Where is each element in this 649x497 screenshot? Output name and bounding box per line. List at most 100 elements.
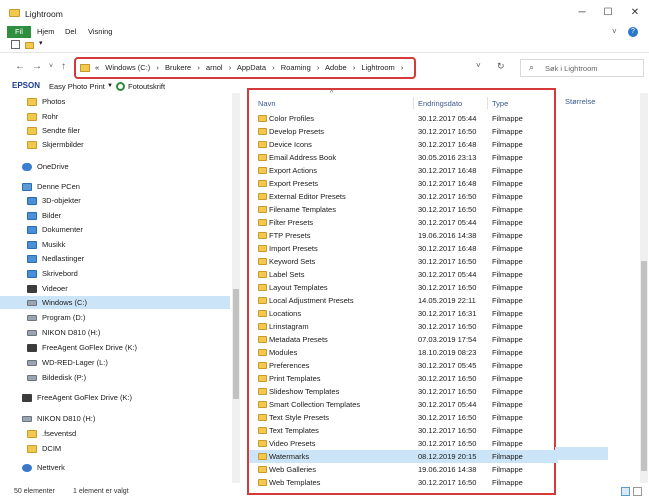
sidebar-item-videoer[interactable]: Videoer [27, 282, 68, 295]
breadcrumb-item[interactable]: Adobe [325, 63, 347, 72]
tab-del[interactable]: Del [59, 26, 82, 38]
table-row[interactable]: Color Profiles 30.12.2017 05:44 Filmappe [249, 112, 558, 125]
sidebar-item-musikk[interactable]: Musikk [27, 238, 65, 251]
breadcrumb-item[interactable]: Windows (C:) [105, 63, 150, 72]
sidebar-item-nikon-h[interactable]: NIKON D810 (H:) [27, 326, 100, 339]
table-row[interactable]: Import Presets 30.12.2017 16:48 Filmappe [249, 242, 558, 255]
breadcrumb-separator[interactable]: › [317, 63, 320, 72]
sidebar-item-bilder[interactable]: Bilder [27, 209, 61, 222]
scrollbar-thumb[interactable] [641, 261, 647, 471]
customize-toolbar-icon[interactable]: ▾ [39, 39, 43, 47]
minimize-button[interactable]: ─ [575, 6, 589, 20]
tab-fil[interactable]: Fil [7, 26, 31, 38]
breadcrumb-item[interactable]: Lightroom [361, 63, 394, 72]
table-row[interactable]: Text Style Presets 30.12.2017 16:50 Filmap… [249, 411, 558, 424]
file-list-scrollbar[interactable] [640, 93, 648, 483]
breadcrumb-overflow[interactable]: « [95, 63, 99, 72]
sidebar-item-bildedisk-p[interactable]: Bildedisk (P:) [27, 371, 86, 384]
table-row[interactable]: Export Presets 30.12.2017 16:48 Filmappe [249, 177, 558, 190]
column-header-name[interactable]: Navn [258, 99, 276, 108]
breadcrumb-item[interactable]: Brukere [165, 63, 191, 72]
sidebar-item-nedlastinger[interactable]: Nedlastinger [27, 252, 84, 265]
breadcrumb-separator[interactable]: › [353, 63, 356, 72]
table-row[interactable]: Lrinstagram 30.12.2017 16:50 Filmappe [249, 320, 558, 333]
sidebar-item-nettverk[interactable]: Nettverk [22, 461, 65, 474]
fotoutskrift-link[interactable]: Fotoutskrift [128, 82, 165, 91]
table-row[interactable]: Slideshow Templates 30.12.2017 16:50 Filma… [249, 385, 558, 398]
breadcrumb-separator[interactable]: › [272, 63, 275, 72]
sidebar-item-rohr[interactable]: Rohr [27, 110, 58, 123]
large-icons-view-icon[interactable] [633, 487, 642, 496]
table-row[interactable]: Filename Templates 30.12.2017 16:50 Filmap… [249, 203, 558, 216]
table-row[interactable]: Modules 18.10.2019 08:23 Filmappe [249, 346, 558, 359]
search-input[interactable]: Søk i Lightroom [545, 64, 598, 73]
forward-button[interactable]: → [32, 61, 42, 72]
table-row[interactable]: Metadata Presets 07.03.2019 17:54 Filmappe [249, 333, 558, 346]
column-divider[interactable] [413, 97, 414, 109]
recent-locations-button[interactable]: ˅ [49, 63, 53, 70]
table-row[interactable]: FTP Presets 19.06.2016 14:38 Filmappe [249, 229, 558, 242]
column-header-size[interactable]: Størrelse [565, 97, 595, 106]
sidebar-item-dcim[interactable]: DCIM [27, 442, 61, 455]
up-button[interactable]: ↑ [61, 61, 66, 72]
properties-icon[interactable] [11, 40, 20, 49]
address-dropdown-icon[interactable]: ˅ [476, 61, 481, 70]
table-row[interactable]: Preferences 30.12.2017 05:45 Filmappe [249, 359, 558, 372]
sidebar-scrollbar[interactable] [232, 93, 240, 483]
back-button[interactable]: ← [15, 61, 25, 72]
sidebar-item-program-d[interactable]: Program (D:) [27, 311, 85, 324]
breadcrumb-separator[interactable]: › [197, 63, 200, 72]
table-row[interactable]: Develop Presets 30.12.2017 16:50 Filmappe [249, 125, 558, 138]
sidebar-item-skjermbilder[interactable]: Skjermbilder [27, 138, 84, 151]
column-divider[interactable] [487, 97, 488, 109]
sidebar-item-dokumenter[interactable]: Dokumenter [27, 223, 83, 236]
breadcrumb-item[interactable]: Roaming [281, 63, 311, 72]
sidebar-item-freeagent-k-root[interactable]: FreeAgent GoFlex Drive (K:) [22, 391, 132, 404]
selected-row-extension[interactable] [555, 447, 608, 460]
search-box[interactable]: ⌕ Søk i Lightroom [520, 59, 644, 77]
sidebar-item-3d-objekter[interactable]: 3D-objekter [27, 194, 81, 207]
table-row[interactable]: Label Sets 30.12.2017 05:44 Filmappe [249, 268, 558, 281]
address-bar[interactable]: « Windows (C:) › Brukere › arnol › AppDa… [74, 57, 416, 79]
table-row[interactable]: Locations 30.12.2017 16:31 Filmappe [249, 307, 558, 320]
table-row[interactable]: Keyword Sets 30.12.2017 16:50 Filmappe [249, 255, 558, 268]
table-row[interactable]: Web Galleries 19.06.2016 14:38 Filmappe [249, 463, 558, 476]
breadcrumb-separator[interactable]: › [229, 63, 232, 72]
table-row[interactable]: Filter Presets 30.12.2017 05:44 Filmappe [249, 216, 558, 229]
column-header-date[interactable]: Endringsdato [418, 99, 462, 108]
chevron-down-icon[interactable]: ˅ [612, 26, 617, 38]
sidebar-item-freeagent-k[interactable]: FreeAgent GoFlex Drive (K:) [27, 341, 137, 354]
sidebar-item-photos[interactable]: Photos [27, 95, 65, 108]
table-row[interactable]: Email Address Book 30.05.2016 23:13 Filmap… [249, 151, 558, 164]
table-row[interactable]: Video Presets 30.12.2017 16:50 Filmappe [249, 437, 558, 450]
table-row[interactable]: Print Templates 30.12.2017 16:50 Filmappe [249, 372, 558, 385]
maximize-button[interactable]: ☐ [601, 6, 615, 20]
breadcrumb-item[interactable]: arnol [206, 63, 223, 72]
details-view-icon[interactable] [621, 487, 630, 496]
sidebar-item-wd-red-l[interactable]: WD-RED-Lager (L:) [27, 356, 108, 369]
table-row[interactable]: Export Actions 30.12.2017 16:48 Filmappe [249, 164, 558, 177]
sidebar-item-sendte-filer[interactable]: Sendte filer [27, 124, 80, 137]
tab-hjem[interactable]: Hjem [31, 26, 61, 38]
table-row[interactable]: Smart Collection Templates 30.12.2017 05:… [249, 398, 558, 411]
sidebar-item-fseventsd[interactable]: .fseventsd [27, 427, 76, 440]
easy-photo-print-button[interactable]: Easy Photo Print [49, 82, 105, 91]
table-row[interactable]: Text Templates 30.12.2017 16:50 Filmappe [249, 424, 558, 437]
table-row[interactable]: Watermarks 08.12.2019 20:15 Filmappe [249, 450, 558, 463]
tab-visning[interactable]: Visning [82, 26, 118, 38]
breadcrumb-separator[interactable]: › [401, 63, 404, 72]
sidebar-item-windows-c[interactable]: Windows (C:) [0, 296, 230, 309]
sidebar-item-nikon-h-root[interactable]: NIKON D810 (H:) [22, 412, 95, 425]
refresh-icon[interactable]: ↻ [497, 61, 505, 72]
table-row[interactable]: Layout Templates 30.12.2017 16:50 Filmappe [249, 281, 558, 294]
table-row[interactable]: Device Icons 30.12.2017 16:48 Filmappe [249, 138, 558, 151]
chevron-down-icon[interactable]: ▼ [107, 83, 113, 89]
table-row[interactable]: External Editor Presets 30.12.2017 16:50 F… [249, 190, 558, 203]
help-icon[interactable]: ? [628, 27, 638, 37]
sidebar-item-skrivebord[interactable]: Skrivebord [27, 267, 78, 280]
scrollbar-thumb[interactable] [233, 289, 239, 399]
table-row[interactable]: Local Adjustment Presets 14.05.2019 22:11… [249, 294, 558, 307]
new-folder-icon[interactable] [25, 42, 34, 49]
breadcrumb-separator[interactable]: › [156, 63, 159, 72]
sidebar-item-denne-pcen[interactable]: Denne PCen [22, 180, 80, 193]
